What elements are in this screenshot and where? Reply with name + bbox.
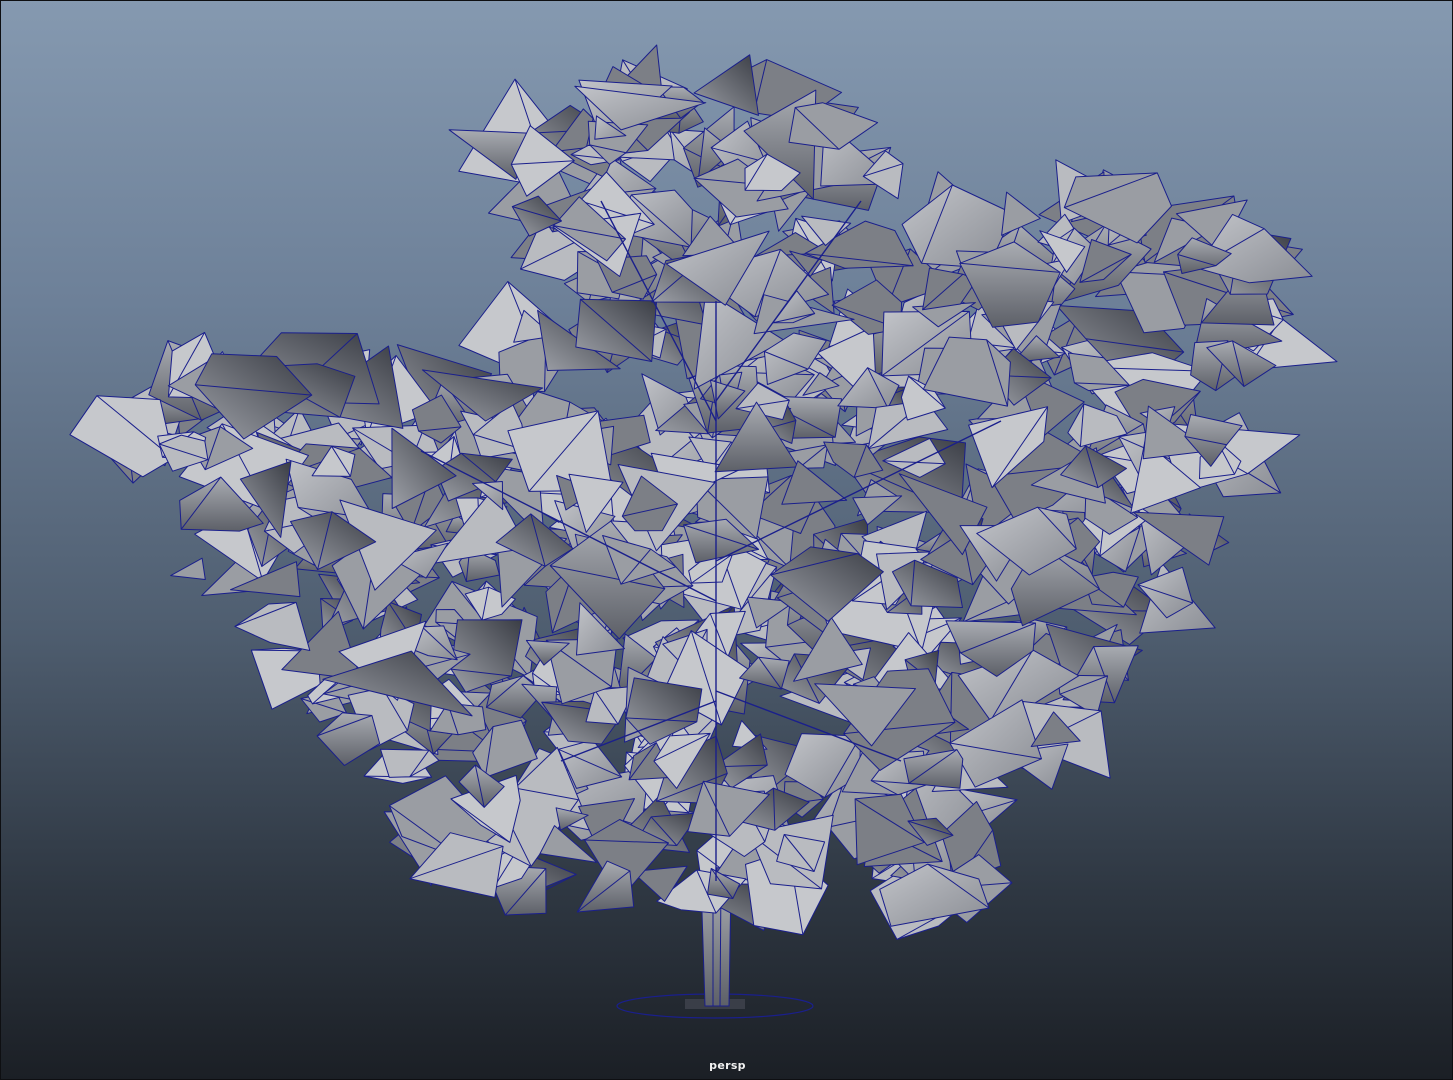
leaf-facet: [693, 54, 759, 116]
tree-foliage-mesh[interactable]: [69, 44, 1338, 940]
leaf-facet: [316, 712, 381, 766]
perspective-viewport[interactable]: persp: [0, 0, 1453, 1080]
leaf-facet: [170, 557, 206, 580]
leaf-facet: [380, 748, 440, 778]
leaf-facet: [788, 102, 879, 150]
leaf-facet: [234, 601, 311, 651]
scene-canvas[interactable]: [1, 1, 1453, 1080]
leaf-facet: [576, 860, 635, 913]
camera-name-label: persp: [709, 1059, 746, 1072]
